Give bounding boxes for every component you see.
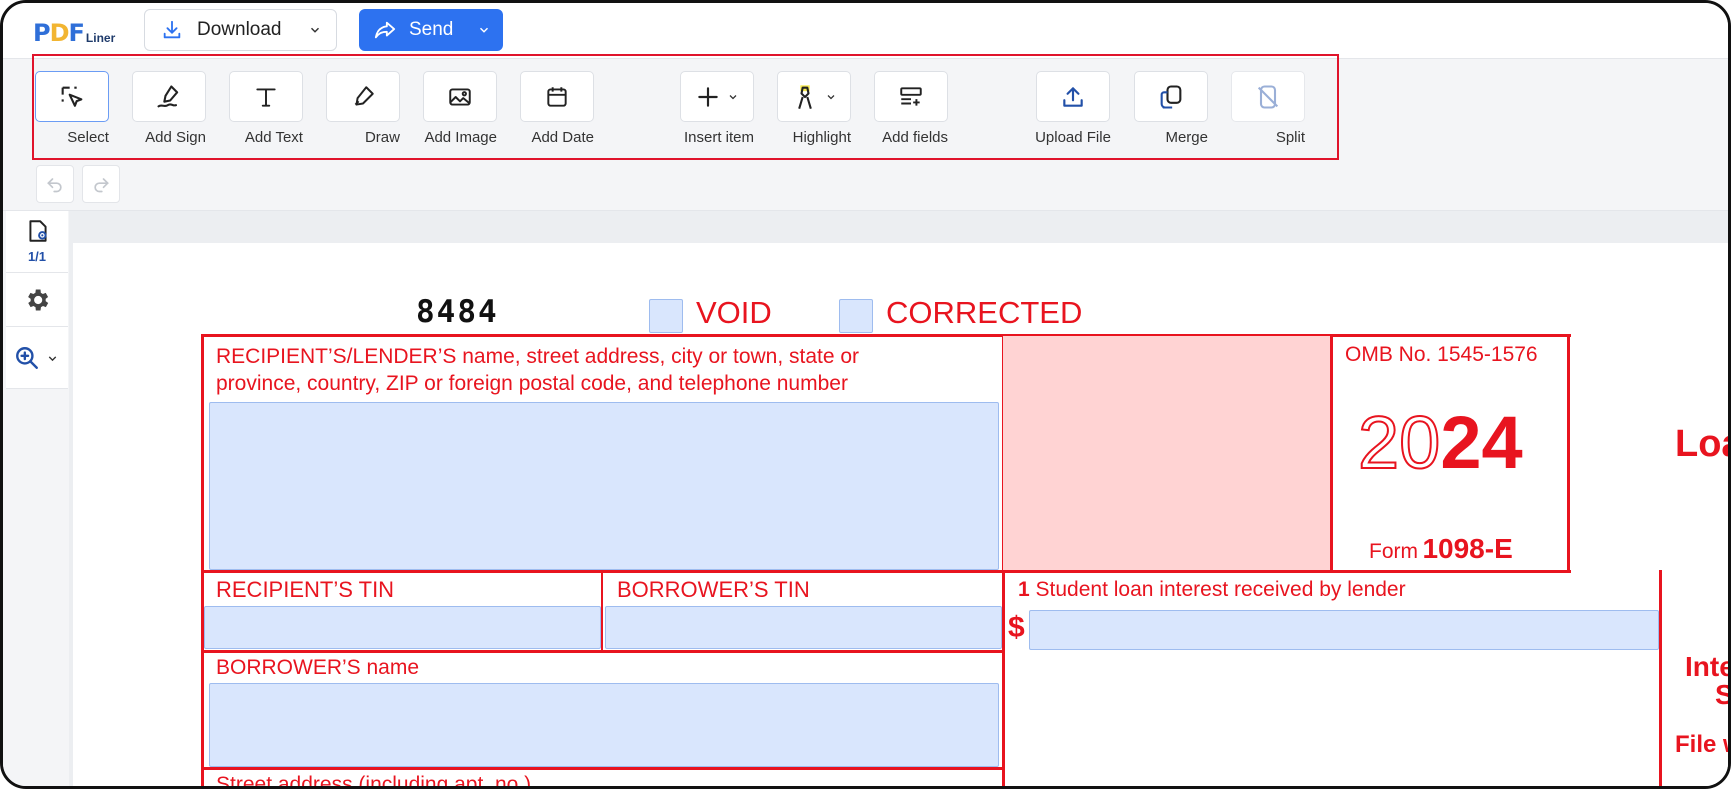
tool-add-sign[interactable]: Add Sign — [132, 71, 206, 147]
undo-icon — [47, 178, 62, 193]
fields-icon — [900, 86, 922, 106]
side-text-file: File w — [1675, 731, 1728, 758]
page-count: 1/1 — [27, 249, 47, 264]
box1-amount-field[interactable] — [1029, 610, 1659, 650]
form-title-partial: Loa — [1675, 423, 1728, 465]
send-button[interactable]: Send — [359, 9, 503, 51]
split-icon — [1257, 84, 1279, 109]
pdfliner-logo[interactable]: PDF Liner — [33, 15, 115, 47]
tool-add-text[interactable]: Add Text — [229, 71, 303, 147]
download-icon — [163, 20, 181, 39]
top-bar: PDF Liner Download Send — [3, 3, 1728, 59]
select-cursor-icon — [61, 86, 83, 107]
void-checkbox[interactable] — [649, 299, 683, 333]
recipient-tin-label: RECIPIENT’S TIN — [216, 577, 395, 602]
tool-upload-file[interactable]: Upload File — [1035, 71, 1111, 147]
tool-draw[interactable]: Draw — [326, 71, 400, 147]
chevron-down-icon — [48, 356, 57, 362]
tool-highlight[interactable]: Highlight — [777, 71, 851, 147]
borrower-tin-field[interactable] — [605, 606, 1002, 649]
share-arrow-icon — [374, 21, 396, 39]
tool-add-date[interactable]: Add Date — [520, 71, 594, 147]
omb-number: OMB No. 1545-1576 — [1345, 343, 1538, 366]
undo-button[interactable] — [36, 165, 74, 203]
plus-icon — [698, 86, 718, 107]
send-label: Send — [409, 19, 454, 40]
upload-icon — [1063, 86, 1083, 107]
side-text-s: S — [1715, 679, 1728, 711]
app-window: PDF Liner Download Send Select Add Sign … — [0, 0, 1731, 789]
tool-select[interactable]: Select — [35, 71, 109, 147]
borrower-name-field[interactable] — [209, 683, 999, 767]
merge-icon — [1160, 84, 1182, 109]
sign-pen-icon — [157, 84, 179, 107]
download-button[interactable]: Download — [144, 9, 337, 51]
borrower-name-label: BORROWER’S name — [216, 656, 420, 679]
box1-label: 1 Student loan interest received by lend… — [1018, 578, 1406, 601]
tool-add-fields[interactable]: Add fields — [874, 71, 948, 147]
tool-add-image[interactable]: Add Image — [423, 71, 497, 147]
recipient-label: RECIPIENT’S/LENDER’S name, street addres… — [216, 345, 860, 395]
dollar-sign: $ — [1008, 611, 1025, 644]
image-icon — [449, 87, 471, 106]
gear-icon — [28, 289, 49, 311]
chevron-down-icon — [729, 94, 737, 99]
corrected-label: CORRECTED — [886, 295, 1083, 330]
page-preview-icon — [29, 220, 47, 242]
borrower-tin-label: BORROWER’S TIN — [617, 577, 810, 602]
history-bar — [3, 161, 1728, 211]
zoom-button[interactable] — [6, 327, 68, 389]
chevron-down-icon — [479, 27, 489, 33]
tool-merge[interactable]: Merge — [1134, 71, 1208, 147]
redo-button[interactable] — [82, 165, 120, 203]
download-label: Download — [197, 19, 282, 40]
text-t-icon — [256, 87, 276, 107]
void-label: VOID — [696, 295, 772, 330]
settings-button[interactable] — [6, 273, 68, 327]
draw-pen-icon — [354, 85, 374, 106]
recipient-tin-field[interactable] — [204, 606, 601, 649]
recipient-info-field[interactable] — [209, 402, 999, 570]
chevron-down-icon — [827, 94, 835, 99]
tool-insert-item[interactable]: Insert item — [680, 71, 754, 147]
chevron-down-icon — [310, 27, 320, 33]
redo-icon — [94, 178, 109, 193]
left-sidebar: 1/1 — [3, 211, 69, 786]
corrected-checkbox[interactable] — [839, 299, 873, 333]
form-number: Form 1098-E — [1369, 533, 1513, 564]
calendar-icon — [547, 86, 567, 107]
tool-split[interactable]: Split — [1231, 71, 1305, 147]
pages-panel-button[interactable]: 1/1 — [6, 211, 68, 273]
highlighter-icon — [798, 84, 812, 109]
street-address-label: Street address (including apt. no.) — [216, 773, 532, 789]
form-code: 8484 — [416, 294, 499, 330]
zoom-in-icon — [16, 347, 38, 369]
tax-year: 2024 — [1357, 401, 1523, 484]
